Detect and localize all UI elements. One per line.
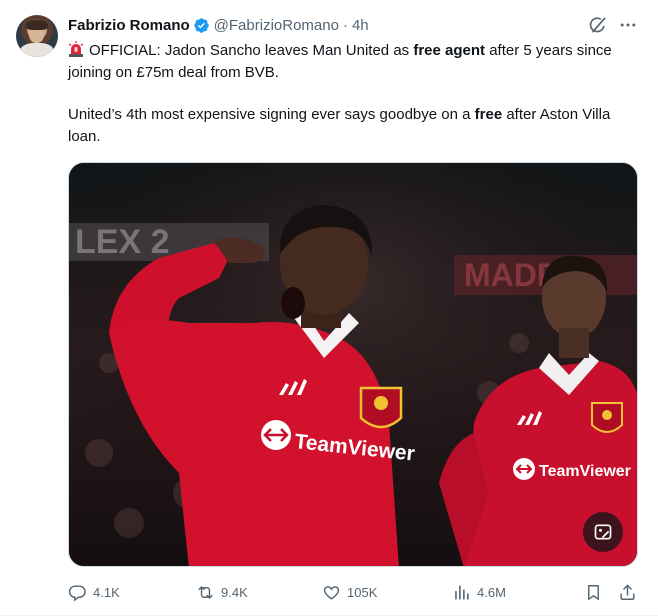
tweet-line1-pre: OFFICIAL: Jadon Sancho leaves Man United… — [89, 42, 414, 59]
share-button[interactable] — [618, 579, 643, 605]
tweet-line2-bold: free — [474, 106, 503, 123]
repost-icon — [198, 585, 213, 599]
like-count: 105K — [347, 584, 378, 600]
separator-dot: · — [342, 16, 348, 34]
share-icon — [620, 584, 635, 600]
tweet-card[interactable]: Fabrizio Romano @FabrizioRomano · 4h OFF… — [0, 0, 658, 616]
tweet-photo[interactable]: LEX 2 MADE TeamViewer TeamViewer — [68, 162, 638, 567]
reply-icon — [68, 584, 86, 601]
bookmark-button[interactable] — [584, 579, 609, 605]
grok-icon[interactable] — [588, 15, 608, 35]
tweet-paragraph-1: OFFICIAL: Jadon Sancho leaves Man United… — [68, 40, 638, 84]
bookmark-icon — [588, 584, 599, 600]
reply-count: 4.1K — [93, 584, 120, 600]
tweet-text: OFFICIAL: Jadon Sancho leaves Man United… — [68, 40, 638, 148]
tweet-line2-pre: United’s 4th most expensive signing ever… — [68, 106, 475, 123]
tweet-paragraph-2: United’s 4th most expensive signing ever… — [68, 104, 638, 148]
author-name[interactable]: Fabrizio Romano — [68, 17, 190, 34]
siren-icon — [68, 41, 84, 57]
tweet-header: Fabrizio Romano @FabrizioRomano · 4h — [68, 15, 369, 35]
football-celebration-image: LEX 2 MADE TeamViewer TeamViewer — [69, 163, 637, 566]
jersey-sponsor-right: TeamViewer — [539, 463, 631, 480]
analytics-icon — [455, 584, 469, 600]
timestamp[interactable]: 4h — [352, 17, 369, 34]
reply-button[interactable]: 4.1K — [68, 579, 120, 605]
repost-button[interactable]: 9.4K — [196, 579, 248, 605]
image-edit-icon — [594, 524, 612, 540]
views-count: 4.6M — [477, 584, 506, 600]
author-avatar[interactable] — [16, 15, 58, 57]
tweet-actions: 4.1K 9.4K 105K 4.6M — [68, 579, 638, 605]
image-alt-button[interactable] — [583, 512, 623, 552]
heart-icon — [323, 585, 340, 600]
author-handle[interactable]: @FabrizioRomano — [214, 17, 339, 34]
tweet-line1-bold: free agent — [413, 42, 486, 59]
like-button[interactable]: 105K — [322, 579, 377, 605]
stand-text-left: LEX 2 — [75, 223, 169, 261]
repost-count: 9.4K — [221, 584, 248, 600]
verified-badge-icon[interactable] — [193, 17, 210, 34]
views-button[interactable]: 4.6M — [452, 579, 506, 605]
more-options-icon[interactable] — [618, 15, 638, 35]
